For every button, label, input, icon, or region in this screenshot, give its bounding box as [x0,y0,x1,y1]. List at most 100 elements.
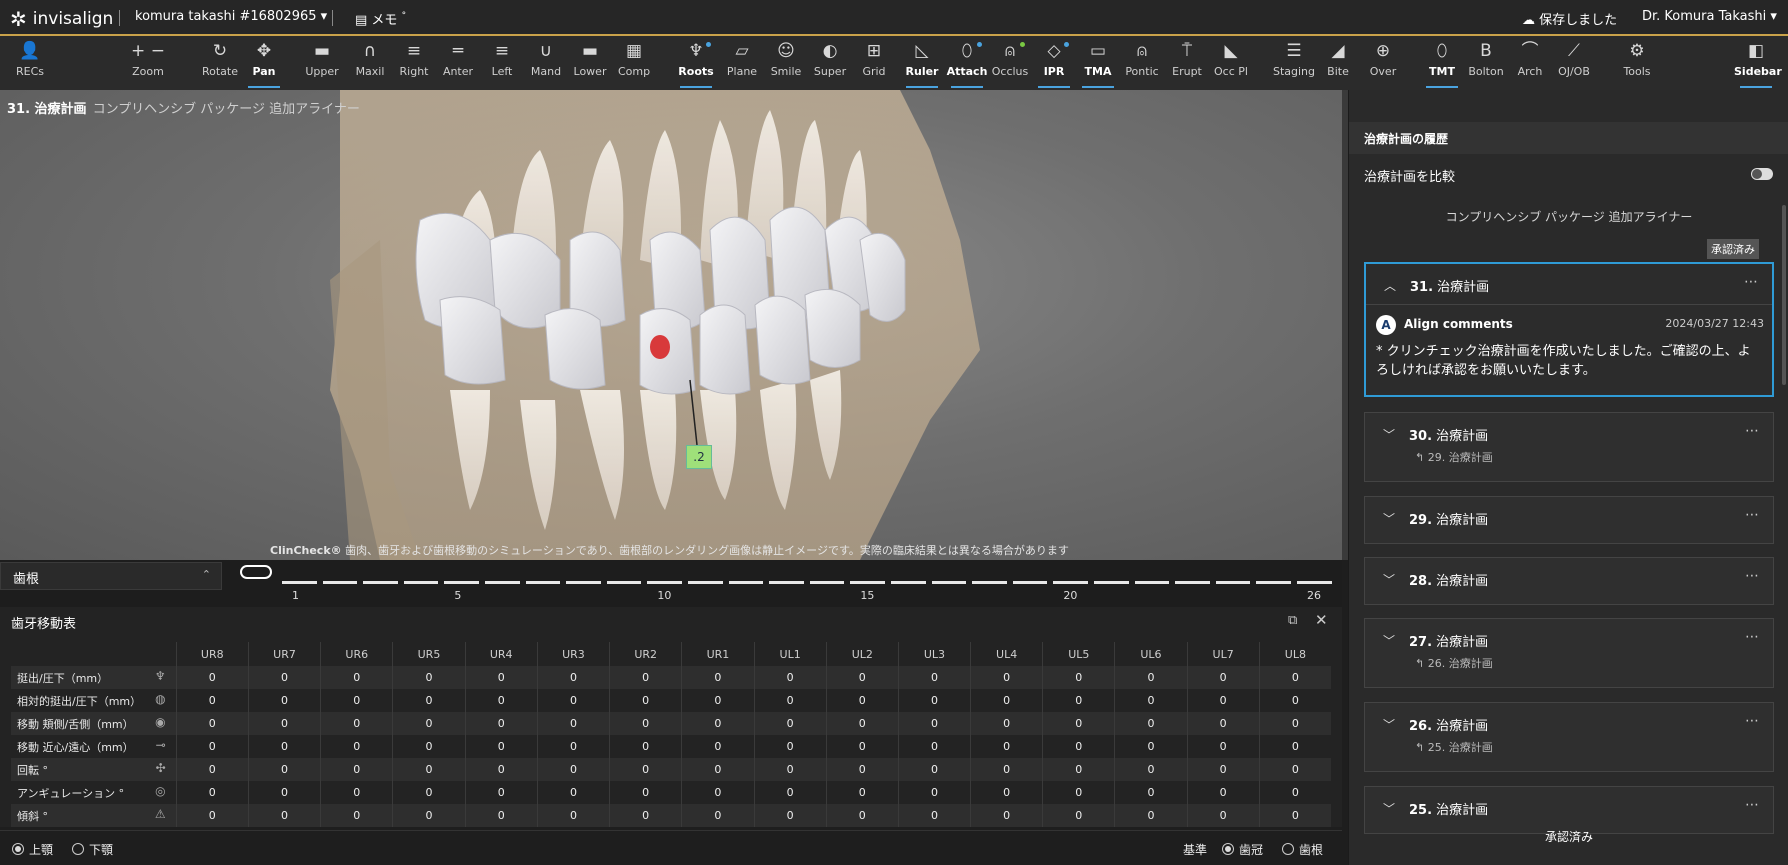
value-cell[interactable]: 0 [681,666,755,689]
value-cell[interactable]: 0 [1258,804,1331,827]
value-cell[interactable]: 0 [1186,712,1260,735]
value-cell[interactable]: 0 [897,781,971,804]
value-cell[interactable]: 0 [536,712,610,735]
chevron-down-icon[interactable]: ﹀ [1383,571,1395,588]
value-cell[interactable]: 0 [320,781,393,804]
compare-toggle[interactable] [1751,168,1773,180]
value-cell[interactable]: 0 [1042,712,1115,735]
value-cell[interactable]: 0 [464,804,538,827]
value-cell[interactable]: 0 [320,712,393,735]
value-cell[interactable]: 0 [897,735,971,758]
value-cell[interactable]: 0 [1186,735,1260,758]
value-cell[interactable]: 0 [392,758,466,781]
value-cell[interactable]: 0 [753,781,827,804]
value-cell[interactable]: 0 [825,712,899,735]
chevron-down-icon[interactable]: ﹀ [1383,426,1395,443]
value-cell[interactable]: 0 [536,781,610,804]
value-cell[interactable]: 0 [1042,666,1115,689]
value-cell[interactable]: 0 [825,666,899,689]
more-icon[interactable]: ⋯ [1745,797,1759,813]
value-cell[interactable]: 0 [609,689,682,712]
tool-staging[interactable]: ☰ Staging [1272,40,1316,78]
tool-occlus[interactable]: ⍝ Occlus [988,40,1032,78]
value-cell[interactable]: 0 [1258,781,1331,804]
value-cell[interactable]: 0 [681,804,755,827]
timeline-handle[interactable] [240,565,272,579]
stage-segment[interactable] [647,581,682,584]
value-cell[interactable]: 0 [175,758,249,781]
value-cell[interactable]: 0 [970,666,1043,689]
stage-segment[interactable] [606,581,642,584]
value-cell[interactable]: 0 [464,712,538,735]
tool-sidebar[interactable]: ◧ Sidebar [1734,40,1782,88]
tool-comp[interactable]: ▦ Comp [612,40,656,78]
value-cell[interactable]: 0 [970,781,1043,804]
value-cell[interactable]: 0 [1042,689,1115,712]
tool-zoom[interactable]: + − Zoom [126,40,170,78]
value-cell[interactable]: 0 [464,781,538,804]
3d-viewport[interactable]: 31. 治療計画 コンプリヘンシブ パッケージ 追加アライナー .2 ClinCh… [0,90,1342,560]
patient-selector[interactable]: komura takashi #16802965 ▾ [135,9,327,24]
stage-segment[interactable] [566,581,601,584]
plan-card-active[interactable]: ︿ 31. 治療計画 ⋯ A Align comments 2024/03/27… [1364,262,1774,397]
value-cell[interactable]: 0 [897,666,971,689]
value-cell[interactable]: 0 [1114,712,1188,735]
copy-icon[interactable]: ⧉ [1288,613,1297,628]
value-cell[interactable]: 0 [247,689,321,712]
value-cell[interactable]: 0 [536,666,610,689]
value-cell[interactable]: 0 [1186,758,1260,781]
card-parent-link[interactable]: ↰ 26. 治療計画 [1415,655,1493,671]
plan-card[interactable]: ﹀ 26. 治療計画 ⋯ ↰ 25. 治療計画 [1364,702,1774,772]
value-cell[interactable]: 0 [536,689,610,712]
value-cell[interactable]: 0 [753,712,827,735]
stage-segment[interactable] [403,581,439,584]
tool-pan[interactable]: ✥ Pan [242,40,286,88]
stage-segment[interactable] [1215,581,1251,584]
value-cell[interactable]: 0 [392,666,466,689]
value-cell[interactable]: 0 [1042,735,1115,758]
stage-segment[interactable] [891,581,926,584]
value-cell[interactable]: 0 [753,735,827,758]
value-cell[interactable]: 0 [175,804,249,827]
memo-button[interactable]: ▤ メモ ° [355,9,406,28]
tool-pontic[interactable]: ⍝ Pontic [1120,40,1164,78]
root-radio[interactable]: 歯根 [1282,841,1323,858]
plan-card[interactable]: ﹀ 25. 治療計画 ⋯ [1364,786,1774,834]
stage-segment[interactable] [1094,581,1129,584]
stage-segment[interactable] [931,581,967,584]
more-icon[interactable]: ⋯ [1744,274,1758,290]
stage-segment[interactable] [1256,581,1291,584]
value-cell[interactable]: 0 [970,758,1043,781]
value-cell[interactable]: 0 [681,712,755,735]
value-cell[interactable]: 0 [609,781,682,804]
tool-rotate[interactable]: ↻ Rotate [198,40,242,78]
value-cell[interactable]: 0 [392,781,466,804]
value-cell[interactable]: 0 [1186,804,1260,827]
value-cell[interactable]: 0 [825,758,899,781]
value-cell[interactable]: 0 [825,804,899,827]
stage-segment[interactable] [769,581,804,584]
plan-card[interactable]: ﹀ 27. 治療計画 ⋯ ↰ 26. 治療計画 [1364,618,1774,688]
value-cell[interactable]: 0 [970,804,1043,827]
more-icon[interactable]: ⋯ [1745,423,1759,439]
plan-card[interactable]: ﹀ 28. 治療計画 ⋯ [1364,557,1774,605]
value-cell[interactable]: 0 [247,735,321,758]
value-cell[interactable]: 0 [1186,666,1260,689]
value-cell[interactable]: 0 [392,689,466,712]
value-cell[interactable]: 0 [1114,758,1188,781]
value-cell[interactable]: 0 [320,758,393,781]
card-parent-link[interactable]: ↰ 29. 治療計画 [1415,449,1493,465]
tool-maxil[interactable]: ∩ Maxil [348,40,392,78]
stage-segment[interactable] [485,581,520,584]
tool-bolton[interactable]: B Bolton [1464,40,1508,78]
value-cell[interactable]: 0 [753,689,827,712]
tool-lower[interactable]: ▬ Lower [568,40,612,78]
tool-tma[interactable]: ▭ TMA [1076,40,1120,88]
crown-radio[interactable]: 歯冠 [1222,841,1263,858]
tool-over[interactable]: ⊕ Over [1361,40,1405,78]
stage-segment[interactable] [809,581,845,584]
close-icon[interactable]: ✕ [1315,611,1328,629]
chevron-up-icon[interactable]: ︿ [1384,277,1396,294]
tool-plane[interactable]: ▱ Plane [720,40,764,78]
value-cell[interactable]: 0 [175,712,249,735]
